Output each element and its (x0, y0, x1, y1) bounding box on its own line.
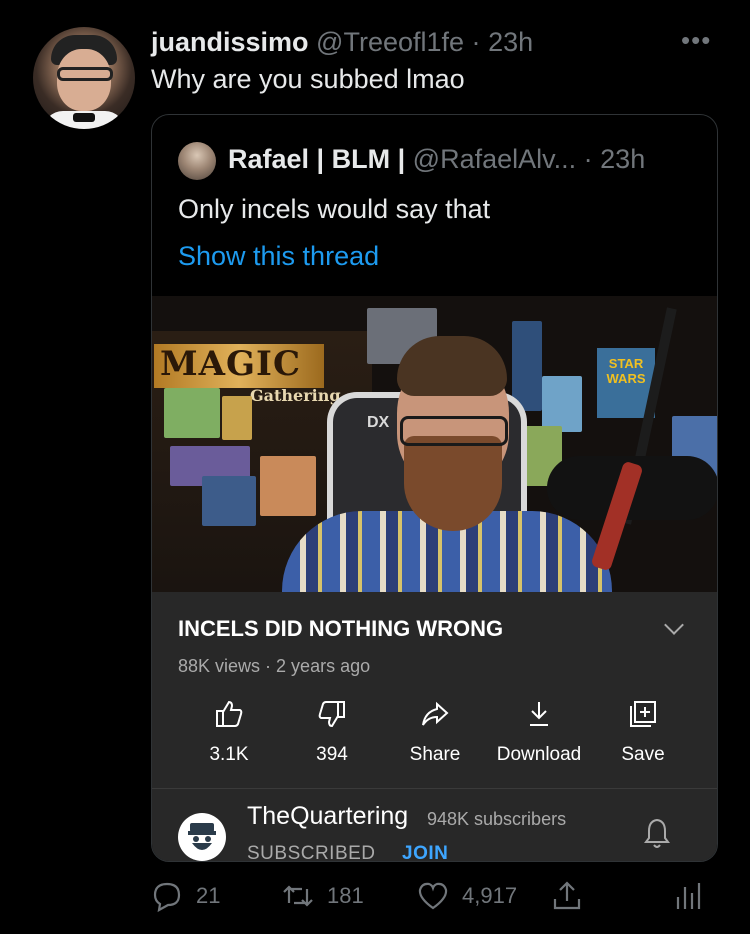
channel-logo-icon (188, 823, 216, 850)
share-up-icon (553, 881, 581, 910)
download-label: Download (496, 744, 582, 765)
product-box (202, 476, 256, 526)
like-count: 3.1K (209, 744, 249, 765)
quoted-time-separator: · (583, 144, 593, 174)
save-button[interactable]: Save (583, 698, 703, 766)
thumbs-up-icon (216, 700, 243, 727)
channel-name[interactable]: TheQuartering (247, 802, 408, 831)
join-button[interactable]: JOIN (402, 843, 448, 861)
more-dots-icon[interactable]: ••• (681, 25, 711, 56)
meta-separator: · (260, 656, 277, 676)
upload-age: 2 years ago (276, 656, 371, 676)
person-beard (404, 436, 502, 531)
analytics-button[interactable] (670, 874, 716, 918)
video-title: INCELS DID NOTHING WRONG (178, 616, 504, 641)
download-icon (530, 702, 548, 726)
video-meta: 88K views · 2 years ago (178, 656, 370, 677)
retweet-icon (283, 885, 313, 907)
video-thumbnail[interactable]: MAGIC Gathering STAR WARS DX (152, 296, 717, 592)
reply-icon (153, 882, 181, 913)
quoted-tweet-text: Only incels would say that (178, 194, 491, 224)
divider (152, 788, 717, 789)
like-count: 4,917 (462, 883, 518, 908)
dislike-count: 394 (316, 744, 348, 765)
retweet-button[interactable]: 181 (281, 874, 364, 918)
like-button[interactable]: 3.1K (169, 698, 289, 766)
quoted-time: 23h (600, 144, 646, 174)
tweet-header: juandissimo @Treeofl1fe · 23h (151, 27, 533, 58)
product-box (512, 321, 542, 411)
bell-icon[interactable] (642, 816, 672, 850)
tweet-time[interactable]: 23h (488, 27, 533, 57)
subscribed-button[interactable]: SUBSCRIBED (247, 843, 376, 861)
like-tweet-button[interactable]: 4,917 (416, 874, 517, 918)
portrait-card (260, 456, 316, 516)
share-tweet-button[interactable] (550, 874, 596, 918)
save-playlist-icon (630, 701, 656, 727)
retweet-count: 181 (327, 883, 364, 908)
author-handle[interactable]: @Treeofl1fe (316, 27, 464, 57)
time-separator: · (471, 27, 481, 57)
quoted-tweet-header: Rafael | BLM | @RafaelAlv... · 23h (228, 144, 645, 175)
author-display-name[interactable]: juandissimo (151, 27, 309, 57)
magic-logo: MAGIC (154, 344, 324, 388)
person-glasses (400, 416, 508, 446)
quoted-author-avatar[interactable] (178, 142, 216, 180)
show-thread-link[interactable]: Show this thread (178, 241, 379, 272)
youtube-info-panel: INCELS DID NOTHING WRONG 88K views · 2 y… (152, 592, 717, 861)
share-arrow-icon (422, 701, 449, 726)
video-actions: 3.1K 394 Share Download Save (152, 698, 717, 788)
dislike-button[interactable]: 394 (272, 698, 392, 766)
person-hair (397, 336, 507, 396)
chevron-down-icon[interactable] (664, 615, 684, 635)
gathering-text: Gathering (250, 386, 341, 405)
channel-avatar[interactable] (178, 813, 226, 861)
tweet-text: Why are you subbed lmao (151, 64, 465, 94)
chair-logo: DX (367, 414, 390, 431)
analytics-bars-icon (676, 883, 701, 909)
product-box (222, 396, 252, 440)
share-label: Share (409, 744, 461, 765)
quoted-tweet[interactable]: Rafael | BLM | @RafaelAlv... · 23h Only … (151, 114, 718, 862)
author-avatar[interactable] (33, 27, 135, 129)
view-count: 88K views (178, 656, 261, 676)
tweet-action-bar: 21 181 4,917 (150, 874, 710, 918)
quoted-display-name: Rafael | BLM | (228, 144, 406, 174)
product-box (164, 388, 220, 438)
reply-button[interactable]: 21 (150, 874, 220, 918)
subscriber-count: 948K subscribers (427, 809, 567, 829)
product-box (542, 376, 582, 432)
share-button[interactable]: Share (375, 698, 495, 766)
thumbs-down-icon (318, 701, 345, 728)
download-button[interactable]: Download (479, 698, 599, 766)
heart-icon (418, 882, 448, 910)
reply-count: 21 (196, 883, 221, 908)
save-label: Save (621, 744, 665, 765)
quoted-handle: @RafaelAlv... (412, 144, 577, 174)
